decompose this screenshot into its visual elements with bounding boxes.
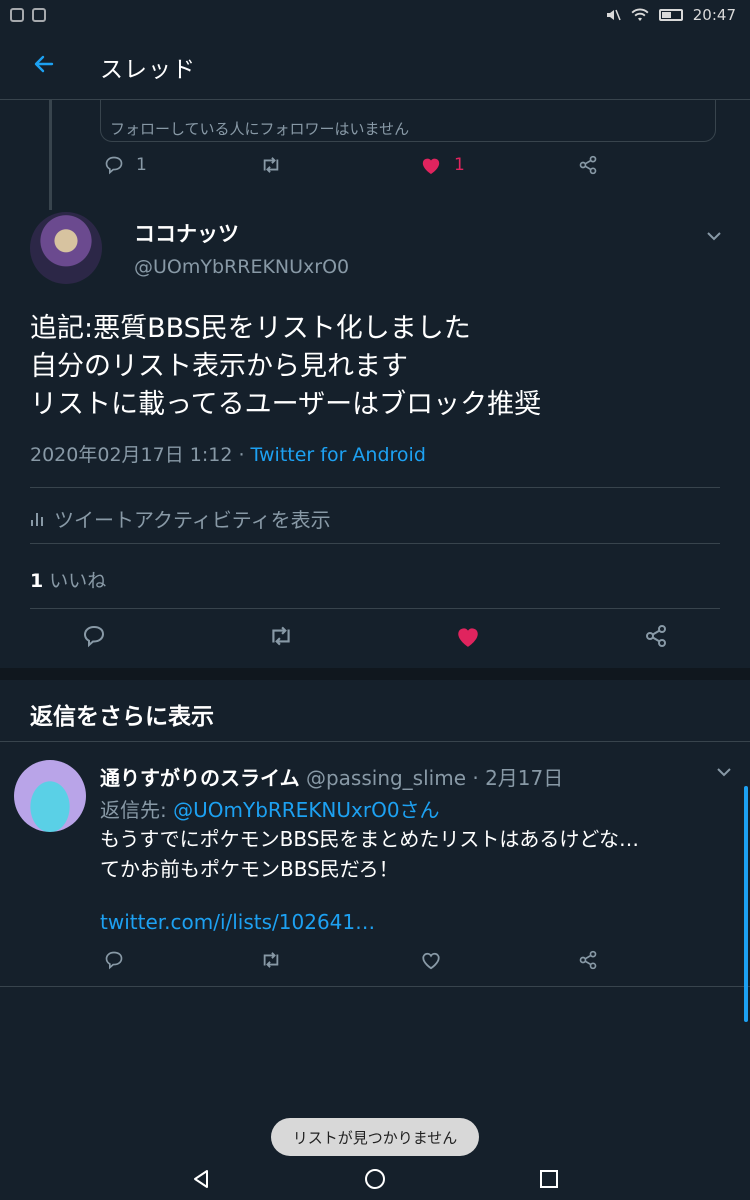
thread-connector bbox=[49, 192, 52, 210]
heart-outline-icon bbox=[422, 952, 440, 970]
divider bbox=[30, 543, 720, 544]
nav-home-button[interactable] bbox=[360, 1164, 390, 1194]
chevron-down-icon[interactable] bbox=[716, 766, 732, 778]
mail-notification-icon bbox=[32, 8, 46, 22]
reply-author-line: 通りすがりのスライム @passing_slime · 2月17日 bbox=[100, 762, 563, 791]
retweet-icon bbox=[272, 626, 290, 646]
reply-button[interactable] bbox=[82, 624, 106, 648]
reply-icon bbox=[83, 625, 105, 648]
circle-home-icon bbox=[365, 1169, 385, 1189]
retweet-button[interactable] bbox=[260, 155, 282, 175]
page-title: スレッド bbox=[100, 57, 196, 83]
divider bbox=[30, 608, 720, 609]
tweet-date: 2020年02月17日 1:12 · bbox=[30, 444, 251, 466]
notification-icons bbox=[10, 8, 46, 22]
wifi-icon bbox=[631, 8, 649, 21]
reply-icon bbox=[105, 951, 123, 970]
mute-icon bbox=[606, 9, 621, 21]
tweet-text: 追記:悪質BBS民をリスト化しました 自分のリスト表示から見れます リストに載っ… bbox=[30, 313, 542, 420]
reply-handle-date[interactable]: @passing_slime · 2月17日 bbox=[300, 766, 563, 790]
status-indicators: 20:47 bbox=[605, 6, 736, 24]
retweet-button[interactable] bbox=[268, 624, 294, 648]
prev-tweet-actions: 1 1 bbox=[0, 155, 750, 183]
main-tweet-actions bbox=[0, 624, 750, 656]
author-handle[interactable]: @UOmYbRREKNUxrO0 bbox=[134, 256, 349, 278]
share-icon bbox=[646, 625, 666, 647]
tweet-meta: 2020年02月17日 1:12 · Twitter for Android bbox=[30, 440, 426, 467]
like-button[interactable]: 1 bbox=[420, 155, 465, 175]
nav-back-button[interactable] bbox=[186, 1164, 216, 1194]
heart-icon bbox=[458, 628, 478, 647]
reply-author-name[interactable]: 通りすがりのスライム bbox=[100, 766, 300, 790]
triangle-back-icon bbox=[194, 1170, 208, 1188]
reply-count: 1 bbox=[136, 155, 147, 175]
avatar[interactable] bbox=[14, 760, 86, 832]
chevron-down-icon[interactable] bbox=[706, 230, 722, 242]
retweet-icon bbox=[263, 952, 279, 968]
reply-button[interactable]: 1 bbox=[104, 155, 147, 175]
quoted-tweet-text: フォローしている人にフォロワーはいません bbox=[110, 120, 410, 138]
toast-message: リストが見つかりません bbox=[271, 1118, 479, 1156]
author-name[interactable]: ココナッツ bbox=[134, 218, 239, 248]
retweet-icon bbox=[263, 157, 279, 173]
reply-button[interactable] bbox=[104, 950, 124, 970]
share-button[interactable] bbox=[644, 624, 668, 648]
divider bbox=[30, 487, 720, 488]
section-separator bbox=[0, 668, 750, 680]
scrollbar[interactable] bbox=[744, 786, 748, 1022]
avatar[interactable] bbox=[30, 212, 102, 284]
square-recents-icon bbox=[540, 1170, 558, 1188]
mention-link[interactable]: @UOmYbRREKNUxrO0さん bbox=[173, 798, 439, 822]
share-button[interactable] bbox=[578, 155, 598, 175]
likes-count: 1 bbox=[30, 570, 44, 592]
reply-tweet-actions bbox=[0, 950, 750, 978]
likes-summary[interactable]: 1 いいね bbox=[30, 566, 106, 593]
tweet-source-link[interactable]: Twitter for Android bbox=[251, 444, 426, 466]
battery-icon bbox=[658, 9, 683, 21]
share-icon bbox=[579, 950, 597, 970]
bar-chart-icon bbox=[31, 512, 43, 526]
divider bbox=[0, 986, 750, 987]
share-button[interactable] bbox=[578, 950, 598, 970]
back-arrow-icon[interactable] bbox=[32, 52, 56, 76]
reply-text: もうすでにポケモンBBS民をまとめたリストはあるけどな… てかお前もポケモンBB… bbox=[100, 827, 639, 881]
retweet-button[interactable] bbox=[260, 950, 282, 970]
app-notification-icon bbox=[10, 8, 24, 22]
heart-icon bbox=[422, 158, 440, 175]
like-count: 1 bbox=[454, 155, 465, 175]
divider bbox=[0, 741, 750, 742]
share-icon bbox=[579, 155, 597, 175]
clock: 20:47 bbox=[692, 6, 736, 24]
tweet-activity-link[interactable]: ツイートアクティビティを表示 bbox=[30, 504, 331, 533]
reply-icon bbox=[105, 156, 123, 175]
like-button[interactable] bbox=[420, 950, 442, 970]
more-replies-heading[interactable]: 返信をさらに表示 bbox=[30, 697, 214, 731]
list-link[interactable]: twitter.com/i/lists/102641… bbox=[100, 910, 375, 934]
nav-recents-button[interactable] bbox=[534, 1164, 564, 1194]
reply-to-line: 返信先: @UOmYbRREKNUxrO0さん bbox=[100, 798, 440, 822]
like-button[interactable] bbox=[455, 624, 481, 648]
